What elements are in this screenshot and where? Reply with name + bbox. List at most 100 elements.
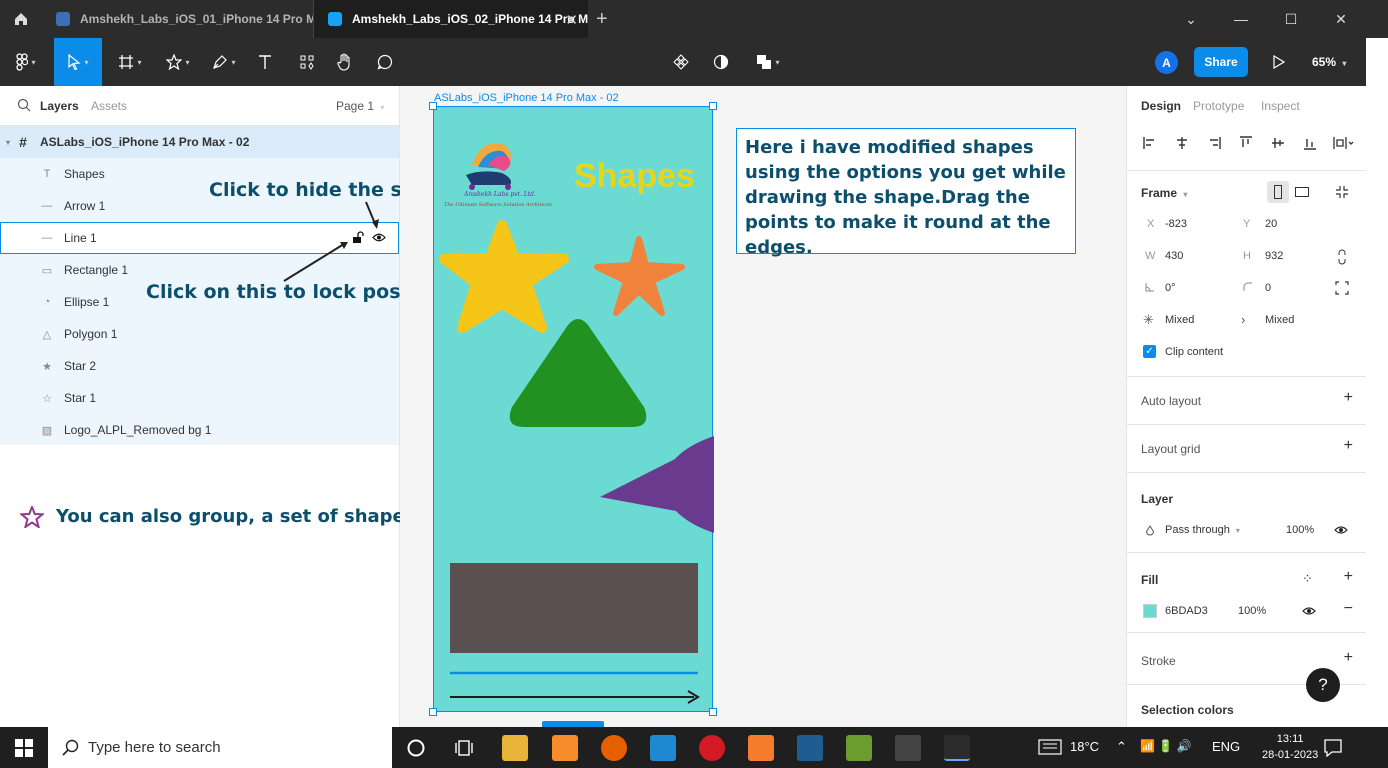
weather-temp[interactable]: 18°C — [1070, 739, 1099, 754]
component-button[interactable] — [668, 38, 694, 86]
add-fill-icon[interactable]: + — [1344, 568, 1353, 586]
h-input[interactable]: 932 — [1265, 250, 1283, 262]
align-right-icon[interactable] — [1207, 136, 1221, 150]
radius-input[interactable]: 0 — [1265, 282, 1271, 294]
opera-icon[interactable] — [699, 735, 725, 761]
add-layout-grid-icon[interactable]: + — [1344, 437, 1353, 455]
expand-chevron-icon[interactable]: ▾ — [6, 138, 16, 147]
tab-layers[interactable]: Layers — [40, 99, 79, 113]
constraint-v-select[interactable]: Mixed — [1265, 314, 1294, 326]
close-tab-icon[interactable]: ✕ — [565, 11, 578, 29]
fill-opacity-input[interactable]: 100% — [1238, 605, 1266, 617]
layer-opacity-input[interactable]: 100% — [1286, 524, 1314, 536]
new-tab-icon[interactable]: + — [596, 8, 608, 31]
eye-icon[interactable] — [1302, 605, 1316, 617]
align-top-icon[interactable] — [1239, 136, 1253, 150]
pen-tool-button[interactable]: ▾ — [204, 38, 244, 86]
boolean-button[interactable]: ▾ — [748, 38, 788, 86]
style-grid-icon[interactable]: ⁘ — [1302, 571, 1313, 587]
clip-content-checkbox[interactable]: ✓ — [1143, 345, 1156, 358]
start-button[interactable] — [0, 727, 48, 768]
notifications-icon[interactable] — [1324, 739, 1342, 757]
frame-label[interactable]: ASLabs_iOS_iPhone 14 Pro Max - 02 — [434, 92, 619, 104]
main-menu-button[interactable]: ▾ — [6, 38, 46, 86]
xampp-icon[interactable] — [748, 735, 774, 761]
avatar[interactable]: A — [1155, 51, 1178, 74]
rotation-input[interactable]: 0° — [1165, 282, 1176, 294]
shape-tool-button[interactable]: ▾ — [158, 38, 198, 86]
iphone-frame[interactable]: Amshekh Labs pvt. Ltd. The Ultimate Soft… — [429, 102, 717, 716]
help-button[interactable]: ? — [1306, 668, 1340, 702]
tab-inspect[interactable]: Inspect — [1261, 99, 1300, 113]
figma-taskbar-icon[interactable] — [944, 735, 970, 761]
distribute-icon[interactable] — [1333, 136, 1355, 150]
file-explorer-icon[interactable] — [502, 735, 528, 761]
hand-tool-button[interactable] — [332, 38, 358, 86]
comment-tool-button[interactable] — [372, 38, 398, 86]
y-input[interactable]: 20 — [1265, 218, 1277, 230]
chevron-up-icon[interactable]: ⌃ — [1116, 739, 1127, 755]
w-input[interactable]: 430 — [1165, 250, 1183, 262]
maximize-icon[interactable]: ☐ — [1266, 0, 1316, 38]
layer-row-star-2[interactable]: ★ Star 2 — [0, 350, 399, 382]
frame-title[interactable]: Frame ▾ — [1141, 186, 1187, 200]
calendar-app-icon[interactable] — [895, 735, 921, 761]
fill-swatch[interactable] — [1143, 604, 1157, 618]
search-icon[interactable] — [17, 98, 31, 112]
canvas[interactable]: ASLabs_iOS_iPhone 14 Pro Max - 02 Amshek… — [400, 86, 1126, 727]
tab-assets[interactable]: Assets — [91, 99, 127, 113]
vscode-icon[interactable] — [650, 735, 676, 761]
git-icon[interactable] — [846, 735, 872, 761]
align-center-h-icon[interactable] — [1175, 136, 1189, 150]
chevron-down-icon[interactable]: ⌄ — [1166, 0, 1216, 38]
tab-prototype[interactable]: Prototype — [1193, 99, 1244, 113]
layer-row-polygon[interactable]: △ Polygon 1 — [0, 318, 399, 350]
align-bottom-icon[interactable] — [1303, 136, 1317, 150]
layer-frame[interactable]: ▾ # ASLabs_iOS_iPhone 14 Pro Max - 02 — [0, 126, 399, 158]
page-selector[interactable]: Page 1 ▾ — [336, 99, 384, 113]
align-center-v-icon[interactable] — [1271, 136, 1285, 150]
layer-row-star-1[interactable]: ☆ Star 1 — [0, 382, 399, 414]
resources-button[interactable] — [294, 38, 320, 86]
remove-fill-icon[interactable]: − — [1344, 600, 1353, 618]
cortana-icon[interactable] — [406, 738, 426, 758]
blend-mode-select[interactable]: Pass through ▾ — [1165, 524, 1240, 536]
share-button[interactable]: Share — [1194, 47, 1248, 77]
resize-to-fit-icon[interactable] — [1335, 185, 1349, 199]
mysql-workbench-icon[interactable] — [797, 735, 823, 761]
portrait-button[interactable] — [1267, 181, 1289, 203]
note-box[interactable]: Here i have modified shapes using the op… — [736, 128, 1076, 258]
align-left-icon[interactable] — [1143, 136, 1157, 150]
layer-row-logo[interactable]: ▨ Logo_ALPL_Removed bg 1 — [0, 414, 399, 446]
tab-design[interactable]: Design — [1141, 99, 1181, 113]
home-icon[interactable] — [0, 0, 42, 38]
minimize-icon[interactable]: — — [1216, 0, 1266, 38]
zoom-dropdown[interactable]: 65% ▾ — [1312, 55, 1346, 69]
landscape-icon[interactable] — [1295, 187, 1309, 197]
x-input[interactable]: -823 — [1165, 218, 1187, 230]
system-tray-icons[interactable]: 📶 🔋 🔊 — [1140, 739, 1192, 753]
tab-file-01[interactable]: Amshekh_Labs_iOS_01_iPhone 14 Pro Ma — [42, 0, 314, 38]
frame-tool-button[interactable]: ▾ — [110, 38, 150, 86]
mask-button[interactable] — [708, 38, 734, 86]
left-panel-tabs: Layers Assets Page 1 ▾ — [0, 86, 400, 126]
independent-corners-icon[interactable] — [1335, 281, 1349, 295]
eye-icon[interactable] — [1334, 524, 1348, 536]
move-tool-button[interactable]: ▾ — [54, 38, 102, 86]
clock[interactable]: 13:11 28-01-2023 — [1262, 731, 1318, 763]
tab-file-02[interactable]: Amshekh_Labs_iOS_02_iPhone 14 Pro M ✕ — [314, 0, 588, 38]
constraint-h-select[interactable]: Mixed — [1165, 314, 1194, 326]
firefox-icon[interactable] — [601, 735, 627, 761]
add-auto-layout-icon[interactable]: + — [1344, 389, 1353, 407]
language-indicator[interactable]: ENG — [1212, 739, 1240, 754]
constrain-proportions-icon[interactable] — [1337, 249, 1347, 265]
add-stroke-icon[interactable]: + — [1344, 649, 1353, 667]
text-tool-button[interactable] — [252, 38, 278, 86]
task-view-icon[interactable] — [454, 738, 474, 758]
fill-hex-input[interactable]: 6BDAD3 — [1165, 605, 1208, 617]
weather-icon[interactable] — [1038, 739, 1062, 755]
present-button[interactable] — [1266, 38, 1292, 86]
sublime-text-icon[interactable] — [552, 735, 578, 761]
taskbar-search[interactable]: Type here to search — [48, 727, 392, 768]
close-window-icon[interactable]: ✕ — [1316, 0, 1366, 38]
